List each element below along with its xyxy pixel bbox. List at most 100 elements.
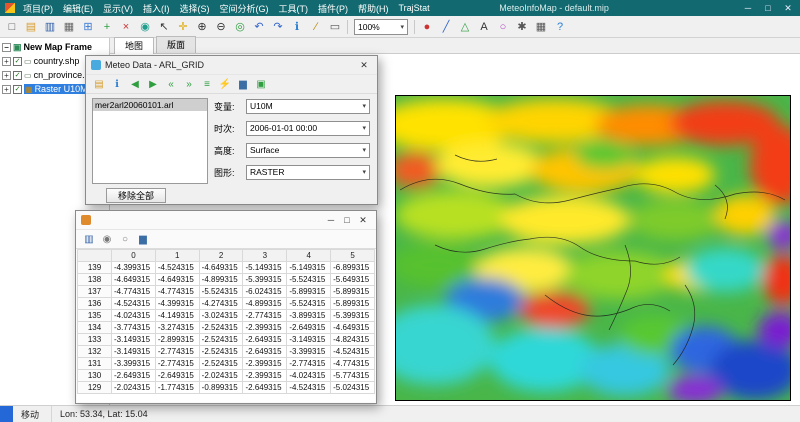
chart-mode-icon[interactable]: ▆ xyxy=(135,231,151,247)
file-list[interactable]: mer2arl20060101.arl xyxy=(92,98,208,184)
table-row-2[interactable]: 138 -4.649315 -4.649315 -4.899315 -5.399315-… xyxy=(77,273,375,286)
save-icon[interactable]: ▥ xyxy=(41,18,59,36)
field-row-2: 时次: 2006-01-01 00:00 ▾ xyxy=(214,120,370,136)
field-combobox[interactable]: U10M ▾ xyxy=(246,98,370,114)
menu-item-2[interactable]: 编辑(E) xyxy=(58,2,98,15)
full-extent-icon[interactable]: ◎ xyxy=(231,18,249,36)
last-time-icon[interactable]: » xyxy=(181,76,197,92)
raster-layer-u10m[interactable] xyxy=(395,95,791,401)
cell: -4.649315 xyxy=(198,261,244,274)
table-maximize-button[interactable]: □ xyxy=(339,215,355,225)
info-icon[interactable]: ℹ xyxy=(109,76,125,92)
attribute-table-icon[interactable]: ▦ xyxy=(532,18,550,36)
menu-item-8[interactable]: 插件(P) xyxy=(313,2,353,15)
pan-hand-icon[interactable]: ✛ xyxy=(174,18,192,36)
menu-item-10[interactable]: TrajStat xyxy=(394,3,435,13)
remove-data-icon[interactable]: × xyxy=(117,18,135,36)
measure-icon[interactable]: ∕ xyxy=(307,18,325,36)
layer-checkbox[interactable]: ✓ xyxy=(13,70,22,80)
table-row-8[interactable]: 132 -3.149315 -2.774315 -2.524315 -2.649315-… xyxy=(77,345,375,358)
grid-table-wrap[interactable]: 012345 139 -4.399315 -4.524315 -4.649315 -5.… xyxy=(77,249,375,402)
table-row-3[interactable]: 137 -4.774315 -4.774315 -5.524315 -6.024315-… xyxy=(77,285,375,298)
zoom-select[interactable]: 100% ▾ xyxy=(354,18,408,35)
expand-icon[interactable]: + xyxy=(2,70,11,80)
table-row-5[interactable]: 135 -4.024315 -4.149315 -3.024315 -2.774315-… xyxy=(77,309,375,322)
field-combobox[interactable]: 2006-01-01 00:00 ▾ xyxy=(246,120,370,136)
menu-item-9[interactable]: 帮助(H) xyxy=(353,2,394,15)
table-row-4[interactable]: 136 -4.524315 -4.399315 -4.274315 -4.899315-… xyxy=(77,297,375,310)
dot-mode-icon[interactable]: ◉ xyxy=(99,231,115,247)
grid-dialog-toolbar: ▥ ◉ ○ ▆ xyxy=(76,229,376,249)
field-combobox[interactable]: Surface ▾ xyxy=(246,142,370,158)
cell: -2.649315 xyxy=(242,333,288,346)
meteo-dialog-close-icon[interactable]: ✕ xyxy=(356,60,372,71)
layer-entry: ▭ country.shp xyxy=(24,56,79,66)
new-icon[interactable]: □ xyxy=(3,18,21,36)
zoom-out-icon[interactable]: ⊖ xyxy=(212,18,230,36)
animate-icon[interactable]: ⚡ xyxy=(217,76,233,92)
next-extent-icon[interactable]: ↷ xyxy=(269,18,287,36)
row-header: 138 xyxy=(77,273,112,286)
taskbar-icon[interactable] xyxy=(0,405,13,422)
table-row-11[interactable]: 129 -2.024315 -1.774315 -0.899315 -2.649315-… xyxy=(77,381,375,394)
minimize-button[interactable]: ─ xyxy=(738,3,758,13)
table-row-6[interactable]: 134 -3.774315 -3.274315 -2.524315 -2.399315-… xyxy=(77,321,375,334)
table-close-button[interactable]: ✕ xyxy=(355,215,371,226)
save-table-icon[interactable]: ▥ xyxy=(81,231,97,247)
identify-icon[interactable]: ℹ xyxy=(288,18,306,36)
prev-extent-icon[interactable]: ↶ xyxy=(250,18,268,36)
help-icon[interactable]: ? xyxy=(551,18,569,36)
globe-icon[interactable]: ◉ xyxy=(136,18,154,36)
menu-item-1[interactable]: 项目(P) xyxy=(18,2,58,15)
draw-line-icon[interactable]: ╱ xyxy=(437,18,455,36)
draw-point-icon[interactable]: ● xyxy=(418,18,436,36)
print-icon[interactable]: ▦ xyxy=(60,18,78,36)
menu-item-5[interactable]: 选择(S) xyxy=(175,2,215,15)
maximize-button[interactable]: □ xyxy=(758,3,778,13)
layer-label: country.shp xyxy=(33,56,80,66)
table-row-10[interactable]: 130 -2.649315 -2.649315 -2.024315 -2.399315-… xyxy=(77,369,375,382)
prev-time-icon[interactable]: ◀ xyxy=(127,76,143,92)
list-icon[interactable]: ≡ xyxy=(199,76,215,92)
row-header: 130 xyxy=(77,369,112,382)
draw-text-icon[interactable]: A xyxy=(475,18,493,36)
zoom-in-icon[interactable]: ⊕ xyxy=(193,18,211,36)
draw-polygon-icon[interactable]: △ xyxy=(456,18,474,36)
layer-checkbox[interactable]: ✓ xyxy=(13,84,22,94)
collapse-icon[interactable]: − xyxy=(2,42,11,52)
map-draw-icon[interactable]: ▣ xyxy=(253,76,269,92)
expand-icon[interactable]: + xyxy=(2,56,11,66)
select-rect-icon[interactable]: ▭ xyxy=(326,18,344,36)
next-time-icon[interactable]: ▶ xyxy=(145,76,161,92)
add-data-icon[interactable]: + xyxy=(98,18,116,36)
table-row-1[interactable]: 139 -4.399315 -4.524315 -4.649315 -5.149315-… xyxy=(77,261,375,274)
table-row-7[interactable]: 133 -3.149315 -2.899315 -2.524315 -2.649315-… xyxy=(77,333,375,346)
meteo-fields: 变量: U10M ▾ 时次: 2006-01-01 00:00 ▾ 高度: Surface ▾ 图… xyxy=(214,98,370,186)
open-icon[interactable]: ▤ xyxy=(22,18,40,36)
expand-icon[interactable]: + xyxy=(2,84,11,94)
map-frame-node[interactable]: − ▣ New Map Frame xyxy=(0,40,109,54)
menu-item-6[interactable]: 空间分析(G) xyxy=(215,2,274,15)
draw-circle-icon[interactable]: ○ xyxy=(494,18,512,36)
select-arrow-icon[interactable]: ↖ xyxy=(155,18,173,36)
tab-2[interactable]: 版面 xyxy=(156,36,197,53)
table-row-9[interactable]: 131 -3.399315 -2.774315 -2.524315 -2.399315-… xyxy=(77,357,375,370)
add-frame-icon[interactable]: ⊞ xyxy=(79,18,97,36)
first-time-icon[interactable]: « xyxy=(163,76,179,92)
chart-icon[interactable]: ▆ xyxy=(235,76,251,92)
field-combobox[interactable]: RASTER ▾ xyxy=(246,164,370,180)
menu-item-4[interactable]: 插入(I) xyxy=(138,2,175,15)
circle-mode-icon[interactable]: ○ xyxy=(117,231,133,247)
layer-checkbox[interactable]: ✓ xyxy=(13,56,22,66)
settings-icon[interactable]: ✱ xyxy=(513,18,531,36)
remove-all-button[interactable]: 移除全部 xyxy=(106,188,166,203)
grid-dialog-titlebar[interactable]: ─ □ ✕ xyxy=(76,211,376,229)
open-data-icon[interactable]: ▤ xyxy=(91,76,107,92)
meteo-dialog-titlebar[interactable]: Meteo Data - ARL_GRID ✕ xyxy=(86,56,377,74)
menu-item-7[interactable]: 工具(T) xyxy=(274,2,314,15)
menu-item-3[interactable]: 显示(V) xyxy=(98,2,138,15)
file-item-1[interactable]: mer2arl20060101.arl xyxy=(93,99,207,111)
tab-1[interactable]: 地图 xyxy=(114,37,155,54)
table-minimize-button[interactable]: ─ xyxy=(323,215,339,225)
close-button[interactable]: ✕ xyxy=(778,3,798,14)
